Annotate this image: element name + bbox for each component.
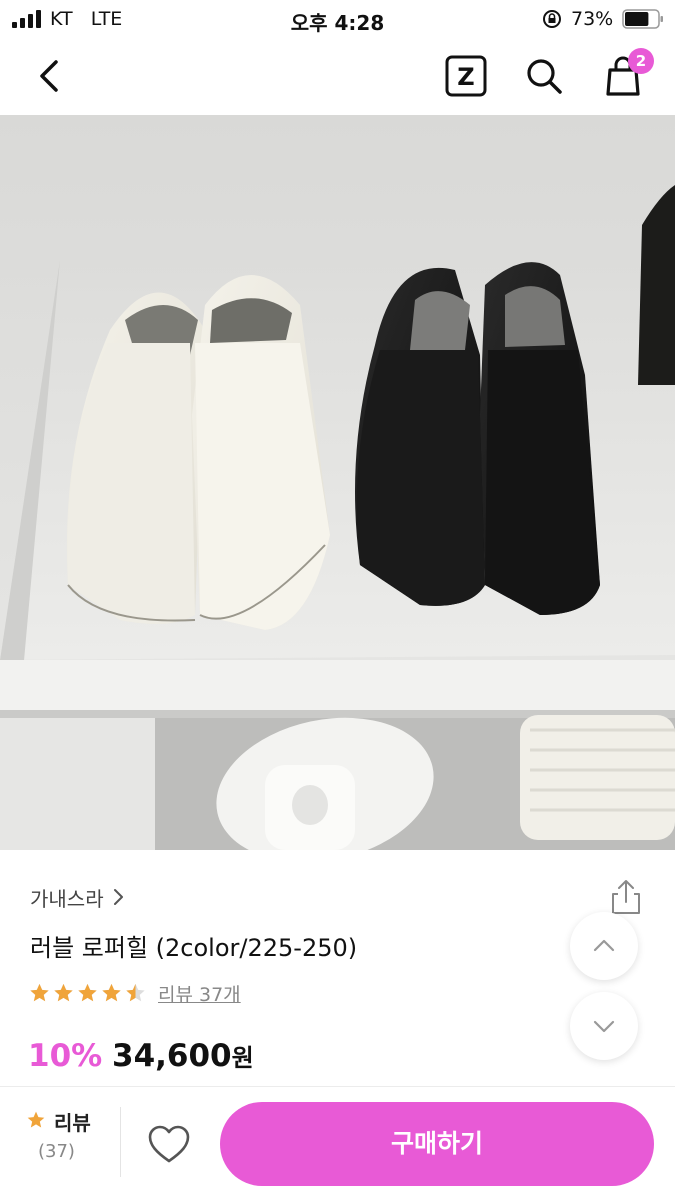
heart-icon[interactable] <box>146 1123 192 1165</box>
search-icon[interactable] <box>520 52 568 100</box>
z-logo-icon: Z <box>445 55 487 97</box>
star-icon <box>126 983 145 1002</box>
zigzag-home-button[interactable]: Z <box>442 52 490 100</box>
back-chevron-icon[interactable] <box>26 52 74 100</box>
review-tab-label: 리뷰 <box>54 1111 91 1135</box>
buy-button[interactable]: 구매하기 <box>220 1102 654 1186</box>
cart-count-badge: 2 <box>628 48 654 74</box>
discount-rate: 10% <box>28 1038 103 1074</box>
product-photo[interactable] <box>0 115 675 850</box>
product-title: 러블 로퍼힐 (2color/225-250) <box>30 934 358 962</box>
z-logo-text: Z <box>457 63 474 91</box>
review-tab-count: (37) <box>38 1141 75 1162</box>
price: 34,600원 <box>112 1038 254 1074</box>
star-icon <box>102 983 121 1002</box>
brand-name: 가내스라 <box>30 886 104 911</box>
rating-row: 리뷰 37개 <box>28 978 241 1008</box>
top-nav-bar: Z <box>0 38 675 114</box>
battery-icon <box>622 9 663 29</box>
share-icon[interactable] <box>608 878 644 916</box>
product-image-illustration <box>0 115 675 850</box>
star-icon <box>27 1111 45 1128</box>
battery-percent: 73% <box>571 8 614 30</box>
review-tab-button[interactable]: 리뷰 (37) <box>26 1107 106 1177</box>
rating-stars <box>28 982 148 1004</box>
divider <box>120 1107 121 1177</box>
orientation-lock-icon <box>543 10 561 28</box>
star-icon <box>30 983 49 1002</box>
star-icon <box>54 983 73 1002</box>
status-bar: KT LTE 오후 4:28 73% <box>0 0 675 38</box>
scroll-down-button[interactable] <box>570 992 638 1060</box>
scroll-up-button[interactable] <box>570 912 638 980</box>
bottom-action-bar: 리뷰 (37) 구매하기 <box>0 1086 675 1200</box>
chevron-down-icon <box>593 1020 615 1033</box>
review-count-link[interactable]: 리뷰 37개 <box>158 980 241 1007</box>
chevron-up-icon <box>593 939 615 952</box>
brand-link[interactable]: 가내스라 <box>30 880 126 914</box>
price-amount: 34,600 <box>112 1038 232 1074</box>
price-currency: 원 <box>231 1044 254 1072</box>
chevron-right-icon <box>113 889 123 905</box>
star-icon <box>78 983 97 1002</box>
